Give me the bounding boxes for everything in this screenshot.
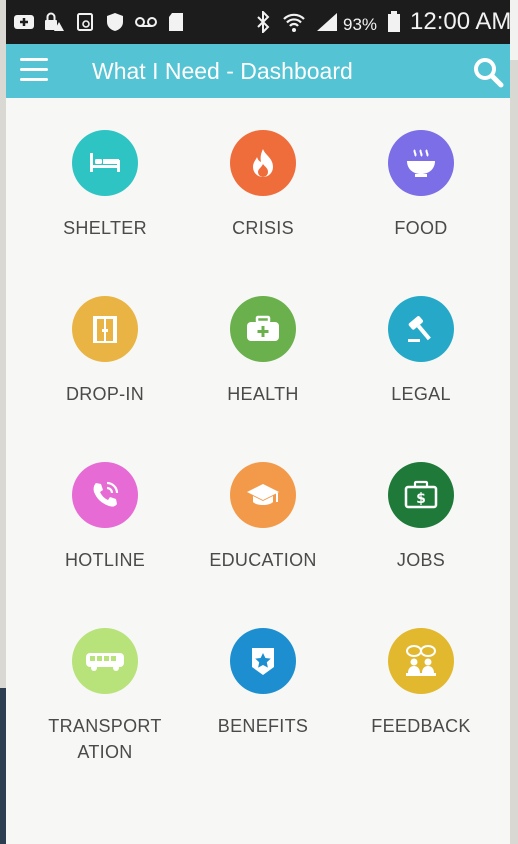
phone-screen: 93% 12:00 AM What I Need - Dashboard SHE… bbox=[6, 0, 510, 844]
battery-icon bbox=[386, 10, 402, 34]
tile-label: CRISIS bbox=[232, 218, 294, 238]
tile-drop-in[interactable]: DROP-IN bbox=[30, 264, 180, 414]
speech-people-icon bbox=[388, 628, 454, 694]
soup-bowl-icon bbox=[388, 130, 454, 196]
dashboard-grid: SHELTER CRISIS FOOD DROP-IN HEALTH LEGAL… bbox=[6, 98, 510, 844]
tile-feedback[interactable]: FEEDBACK bbox=[346, 596, 496, 746]
tile-benefits[interactable]: BENEFITS bbox=[188, 596, 338, 746]
tile-shelter[interactable]: SHELTER bbox=[30, 98, 180, 248]
tile-health[interactable]: HEALTH bbox=[188, 264, 338, 414]
bus-icon bbox=[72, 628, 138, 694]
tile-hotline[interactable]: HOTLINE bbox=[30, 430, 180, 580]
briefcase-dollar-icon: $ bbox=[388, 462, 454, 528]
tile-label: EDUCATION bbox=[209, 550, 317, 570]
voicemail-icon bbox=[133, 10, 159, 34]
status-bar: 93% 12:00 AM bbox=[6, 0, 510, 44]
tile-food[interactable]: FOOD bbox=[346, 98, 496, 248]
tile-label: BENEFITS bbox=[217, 716, 309, 736]
tile-label: FOOD bbox=[394, 218, 448, 238]
page-title: What I Need - Dashboard bbox=[92, 58, 353, 84]
tile-transportation[interactable]: TRANSPORT ATION bbox=[30, 596, 180, 762]
status-clock: 12:00 AM bbox=[410, 8, 510, 35]
tile-label: LEGAL bbox=[391, 384, 451, 404]
add-notification-icon bbox=[12, 10, 36, 34]
battery-percent: 93% bbox=[343, 15, 378, 34]
tile-label: TRANSPORT ATION bbox=[48, 716, 162, 762]
gavel-icon bbox=[388, 296, 454, 362]
tile-jobs[interactable]: $ JOBS bbox=[346, 430, 496, 580]
wifi-icon bbox=[281, 10, 307, 34]
tile-education[interactable]: EDUCATION bbox=[188, 430, 338, 580]
tile-label: HEALTH bbox=[227, 384, 299, 404]
fire-icon bbox=[230, 130, 296, 196]
tile-crisis[interactable]: CRISIS bbox=[188, 98, 338, 248]
tile-label: FEEDBACK bbox=[371, 716, 471, 736]
tile-legal[interactable]: LEGAL bbox=[346, 264, 496, 414]
tile-label: HOTLINE bbox=[64, 550, 146, 570]
graduation-cap-icon bbox=[230, 462, 296, 528]
app-bar: What I Need - Dashboard bbox=[6, 44, 510, 98]
screen-rotate-icon bbox=[74, 10, 96, 34]
first-aid-kit-icon bbox=[230, 296, 296, 362]
tile-label: SHELTER bbox=[63, 218, 147, 238]
shield-icon bbox=[104, 10, 126, 34]
sd-card-icon bbox=[166, 10, 186, 34]
bed-icon bbox=[72, 130, 138, 196]
search-icon[interactable] bbox=[472, 56, 504, 88]
lock-warning-icon bbox=[42, 10, 66, 34]
phone-icon bbox=[72, 462, 138, 528]
tile-label: JOBS bbox=[396, 550, 446, 570]
signal-icon bbox=[315, 10, 339, 34]
star-badge-icon bbox=[230, 628, 296, 694]
bluetooth-icon bbox=[253, 10, 273, 34]
door-icon bbox=[72, 296, 138, 362]
svg-text:$: $ bbox=[416, 491, 426, 507]
tile-label: DROP-IN bbox=[65, 384, 145, 404]
hamburger-menu-icon[interactable] bbox=[20, 58, 48, 84]
